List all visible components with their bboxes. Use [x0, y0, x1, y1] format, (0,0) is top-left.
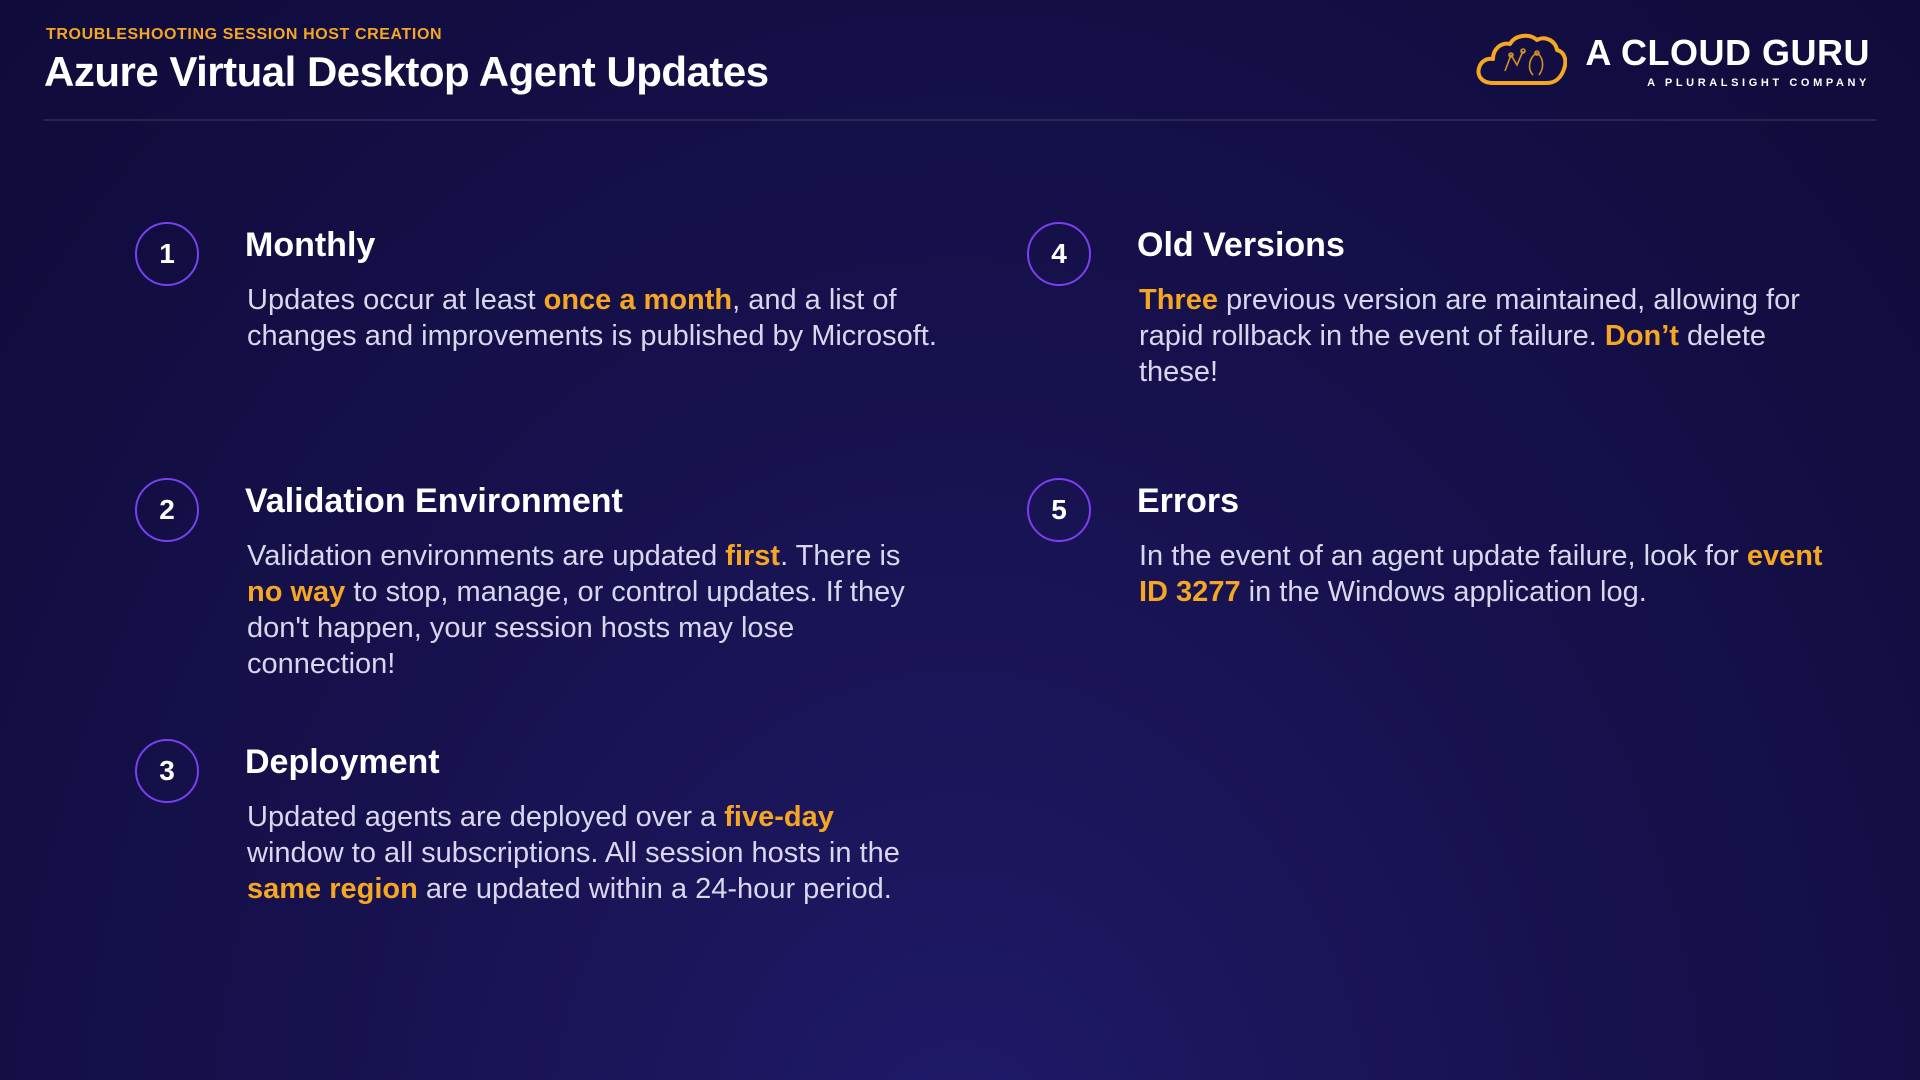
highlight-text: first	[725, 540, 781, 572]
cloud-logo-icon	[1476, 33, 1568, 85]
header-divider	[44, 119, 1876, 121]
step-badge: 3	[135, 739, 199, 803]
highlight-text: no way	[247, 576, 346, 608]
body-text: are updated within a 24-hour period.	[417, 873, 892, 905]
item-title: Validation Environment	[245, 482, 623, 520]
slide-title: Azure Virtual Desktop Agent Updates	[44, 48, 769, 95]
body-text: to stop, manage, or control updates. If …	[247, 576, 905, 680]
step-badge: 1	[135, 222, 199, 286]
item-body: Three previous version are maintained, a…	[1139, 282, 1829, 390]
highlight-text: five-day	[724, 801, 834, 833]
item-title: Monthly	[245, 226, 376, 264]
step-badge: 4	[1027, 222, 1091, 286]
body-text: in the Windows application log.	[1240, 576, 1647, 608]
step-badge: 5	[1027, 478, 1091, 542]
body-text: Updates occur at least	[247, 284, 544, 316]
item-body: Validation environments are updated firs…	[247, 538, 937, 682]
highlight-text: once a month	[543, 284, 733, 316]
item-title: Errors	[1137, 482, 1240, 520]
body-text: . There is	[780, 540, 901, 572]
body-text: Validation environments are updated	[247, 540, 726, 572]
brand-tagline: A PLURALSIGHT COMPANY	[1647, 77, 1870, 89]
brand-logo: A CLOUD GURU A PLURALSIGHT COMPANY	[1475, 26, 1870, 96]
item-body: In the event of an agent update failure,…	[1139, 538, 1829, 610]
item-body: Updated agents are deployed over a five-…	[247, 799, 937, 907]
highlight-text: Don’t	[1604, 320, 1679, 352]
brand-name: A CLOUD GURU	[1585, 32, 1870, 73]
step-badge: 2	[135, 478, 199, 542]
body-text: window to all subscriptions. All session…	[247, 837, 900, 869]
body-text: Updated agents are deployed over a	[247, 801, 725, 833]
section-eyebrow: TROUBLESHOOTING SESSION HOST CREATION	[46, 26, 443, 43]
item-title: Deployment	[245, 743, 440, 781]
body-text: In the event of an agent update failure,…	[1139, 540, 1747, 572]
highlight-text: same region	[247, 873, 418, 905]
item-title: Old Versions	[1137, 226, 1345, 264]
highlight-text: Three	[1139, 284, 1218, 316]
item-body: Updates occur at least once a month, and…	[247, 282, 937, 354]
